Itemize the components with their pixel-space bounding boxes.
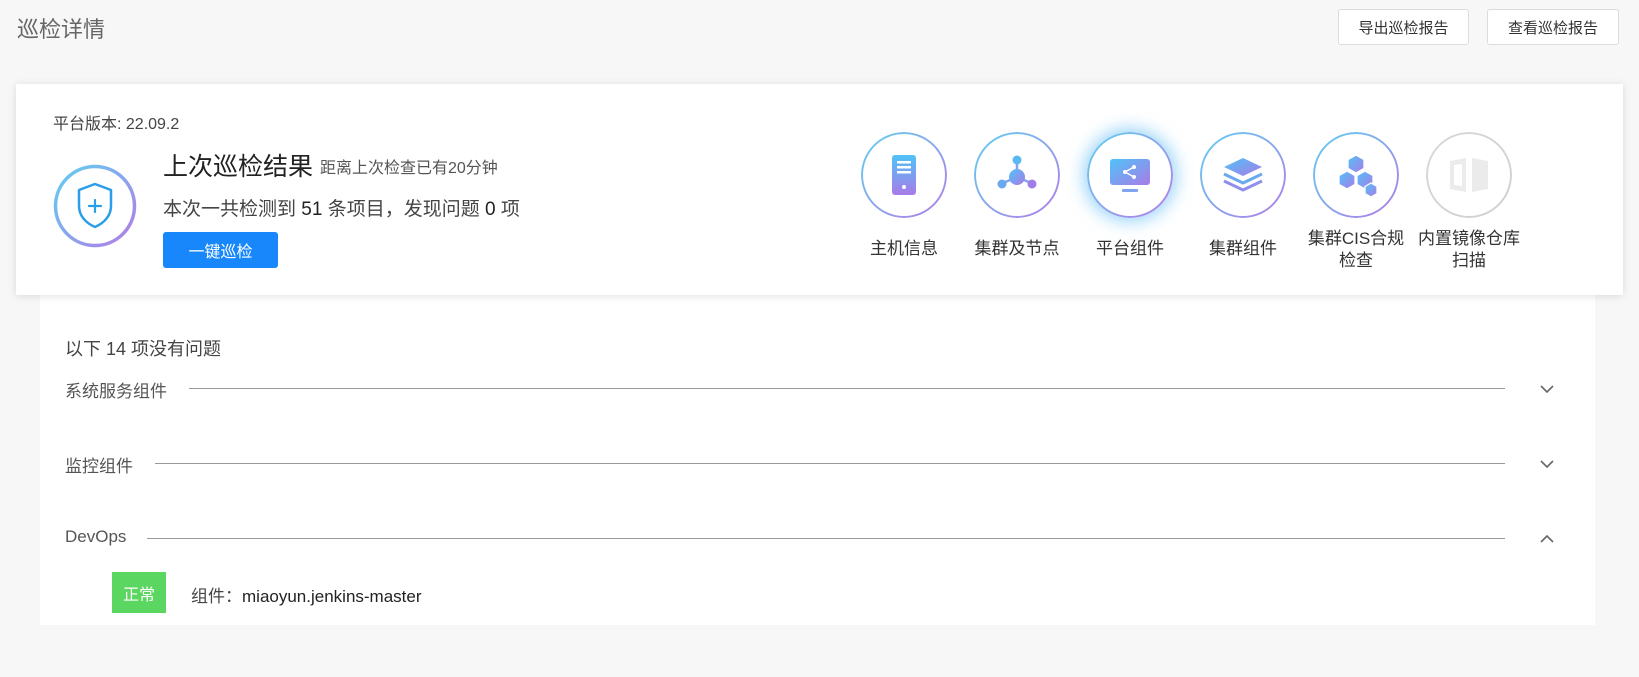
category-cluster-nodes[interactable]: 集群及节点 — [962, 132, 1072, 260]
category-host-info-circle[interactable] — [861, 132, 947, 218]
category-cis-compliance-circle[interactable] — [1313, 132, 1399, 218]
book-icon — [1450, 158, 1488, 192]
status-badge: 正常 — [112, 572, 166, 613]
detail-panel: 以下 14 项没有问题 系统服务组件 监控组件 DevOps 正常 组件：mia… — [40, 295, 1595, 625]
section-title: 监控组件 — [65, 457, 133, 476]
section-title: DevOps — [65, 527, 127, 546]
section-divider — [147, 538, 1505, 539]
chevron-down-icon[interactable] — [1537, 379, 1557, 399]
no-issue-summary: 以下 14 项没有问题 — [65, 335, 221, 361]
detect-prefix: 本次一共检测到 — [163, 199, 302, 220]
section-divider — [189, 388, 1505, 389]
page-title: 巡检详情 — [17, 17, 106, 42]
cluster-nodes-icon — [997, 155, 1037, 189]
export-report-button[interactable]: 导出巡检报告 — [1338, 9, 1469, 45]
category-image-registry-label: 内置镜像仓库 扫描 — [1414, 228, 1524, 272]
detect-count: 51 — [301, 199, 323, 220]
view-report-button[interactable]: 查看巡检报告 — [1487, 9, 1619, 45]
issue-count: 0 — [484, 199, 496, 220]
issue-suffix: 项 — [495, 199, 520, 220]
cubes-icon — [1338, 154, 1378, 198]
category-image-registry-scan-circle[interactable] — [1426, 132, 1512, 218]
category-platform-components-circle[interactable] — [1087, 132, 1173, 218]
category-cis-compliance[interactable]: 集群CIS合规 检查 — [1301, 132, 1411, 272]
category-cluster-nodes-circle[interactable] — [974, 132, 1060, 218]
chevron-up-icon[interactable] — [1537, 529, 1557, 549]
category-host-info-label: 主机信息 — [870, 239, 938, 258]
component-name: 组件：miaoyun.jenkins-master — [191, 582, 422, 607]
ok-prefix: 以下 — [65, 339, 107, 359]
category-cluster-components-circle[interactable] — [1200, 132, 1286, 218]
category-registry-line2: 扫描 — [1452, 251, 1486, 270]
category-cis-compliance-label: 集群CIS合规 检查 — [1301, 228, 1411, 272]
section-title: 系统服务组件 — [65, 382, 167, 401]
category-cis-line2: 检查 — [1339, 251, 1373, 270]
category-host-info[interactable]: 主机信息 — [849, 132, 959, 260]
component-prefix: 组件： — [191, 587, 242, 606]
inspection-summary-card: 平台版本: 22.09.2 上次巡检结果 距离上次检查已有20分钟 本次一共检测… — [16, 84, 1623, 295]
category-platform-components[interactable]: 平台组件 — [1075, 132, 1185, 260]
ok-suffix: 项没有问题 — [126, 339, 222, 359]
section-divider — [155, 463, 1505, 464]
last-check-elapsed: 距离上次检查已有20分钟 — [320, 160, 498, 177]
category-registry-line1: 内置镜像仓库 — [1418, 229, 1520, 248]
category-cluster-components[interactable]: 集群组件 — [1188, 132, 1298, 260]
component-value: miaoyun.jenkins-master — [242, 587, 422, 606]
category-image-registry-scan[interactable]: 内置镜像仓库 扫描 — [1414, 132, 1524, 272]
detection-summary: 本次一共检测到 51 条项目，发现问题 0 项 — [163, 194, 520, 221]
platform-version: 平台版本: 22.09.2 — [53, 116, 180, 133]
category-cluster-nodes-label: 集群及节点 — [974, 239, 1060, 258]
chevron-down-icon[interactable] — [1537, 454, 1557, 474]
layers-icon — [1223, 158, 1263, 192]
category-platform-components-label: 平台组件 — [1096, 239, 1164, 258]
section-devops[interactable]: DevOps — [65, 527, 1595, 551]
section-system-services[interactable]: 系统服务组件 — [65, 377, 1595, 401]
monitor-share-icon — [1110, 159, 1150, 192]
detect-middle: 条项目，发现问题 — [322, 199, 485, 220]
category-cluster-components-label: 集群组件 — [1209, 239, 1277, 258]
shield-icon — [53, 164, 137, 248]
category-cis-line1: 集群CIS合规 — [1307, 229, 1405, 248]
server-icon — [892, 155, 916, 195]
one-click-inspect-button[interactable]: 一键巡检 — [163, 232, 278, 268]
last-result-title: 上次巡检结果 — [163, 153, 314, 181]
section-monitoring[interactable]: 监控组件 — [65, 452, 1595, 476]
ok-count: 14 — [106, 339, 127, 359]
